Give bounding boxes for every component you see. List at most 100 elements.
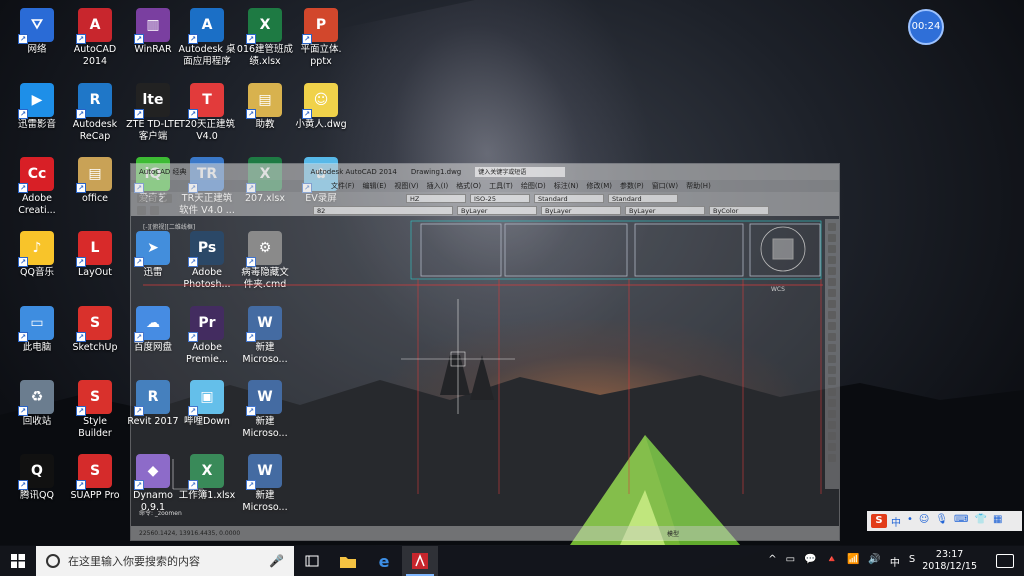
desktop-icon[interactable]: ☺ ↗ 小黄人.dwg bbox=[286, 79, 356, 149]
tray-icon[interactable]: 💬 bbox=[804, 554, 816, 569]
ime-item[interactable]: ☺ bbox=[919, 514, 929, 529]
folder-icon bbox=[340, 556, 356, 568]
recording-timer[interactable]: 00:24 bbox=[908, 9, 944, 45]
modify-tool-icon[interactable] bbox=[828, 267, 836, 275]
modify-tool-icon[interactable] bbox=[828, 399, 836, 407]
modify-tool-icon[interactable] bbox=[828, 289, 836, 297]
lineweight-select[interactable]: ByLayer bbox=[625, 205, 705, 215]
app-icon: R ↗ bbox=[76, 83, 112, 119]
autocad-menu-item[interactable]: 绘图(D) bbox=[521, 181, 546, 191]
app-icon: ▤ ↗ bbox=[76, 157, 112, 193]
ime-item[interactable]: 👕 bbox=[974, 514, 986, 529]
app-icon: lte ↗ bbox=[134, 83, 170, 119]
modify-tool-icon[interactable] bbox=[828, 355, 836, 363]
modify-tool-icon[interactable] bbox=[828, 300, 836, 308]
ime-toolbar[interactable]: S 中 • ☺ 🎙 ⌨ 👕 ▦ bbox=[867, 511, 1022, 531]
drawing-canvas[interactable]: WCS bbox=[143, 219, 823, 494]
taskbar-clock[interactable]: 23:17 2018/12/15 bbox=[922, 549, 977, 573]
autocad-menu-item[interactable]: 参数(P) bbox=[620, 181, 644, 191]
modify-tool-icon[interactable] bbox=[828, 223, 836, 231]
modify-tool-icon[interactable] bbox=[828, 278, 836, 286]
table-style-select[interactable]: Standard bbox=[534, 193, 604, 203]
workspace-label[interactable]: AutoCAD 经典 bbox=[139, 167, 187, 177]
modify-tool-icon[interactable] bbox=[828, 333, 836, 341]
autocad-menu-item[interactable]: 修改(M) bbox=[586, 181, 612, 191]
modify-tool-icon[interactable] bbox=[828, 421, 836, 429]
toolbar-icon[interactable] bbox=[150, 193, 159, 203]
autocad-title-bar[interactable]: AutoCAD 经典 Autodesk AutoCAD 2014 Drawing… bbox=[131, 164, 839, 180]
autocad-menu-item[interactable]: 帮助(H) bbox=[686, 181, 711, 191]
ime-item[interactable]: ▦ bbox=[993, 514, 1002, 529]
autocad-window[interactable]: AutoCAD 经典 Autodesk AutoCAD 2014 Drawing… bbox=[130, 163, 840, 541]
app-icon: A ↗ bbox=[76, 8, 112, 44]
plot-style-select[interactable]: ByColor bbox=[709, 205, 769, 215]
modify-tool-icon[interactable] bbox=[828, 388, 836, 396]
app-icon: ▶ ↗ bbox=[18, 83, 54, 119]
taskbar: 在这里输入你要搜索的内容 🎤 e ^ ▭ 💬 🔺 📶 🔊 中 S 23:17 2018/12/… bbox=[0, 546, 1024, 576]
tray-icon[interactable]: ^ bbox=[768, 554, 776, 569]
tray-icon[interactable]: 🔊 bbox=[868, 554, 880, 569]
ime-item[interactable]: • bbox=[907, 514, 913, 529]
modify-tool-icon[interactable] bbox=[828, 245, 836, 253]
app-icon: Q ↗ bbox=[18, 454, 54, 490]
style-toolbar: HZ ISO-25 Standard Standard bbox=[131, 192, 839, 204]
tray-icon[interactable]: 中 bbox=[890, 554, 900, 569]
modify-tool-icon[interactable] bbox=[828, 377, 836, 385]
app-icon: S ↗ bbox=[76, 380, 112, 416]
sogou-logo-icon[interactable]: S bbox=[871, 514, 887, 528]
model-tab[interactable]: 模型 bbox=[667, 529, 679, 538]
taskbar-autocad[interactable] bbox=[402, 546, 438, 576]
toolbar-icon[interactable] bbox=[137, 205, 146, 215]
toolbar-icon[interactable] bbox=[150, 205, 159, 215]
multileader-style-select[interactable]: Standard bbox=[608, 193, 678, 203]
app-icon: L ↗ bbox=[76, 231, 112, 267]
ime-item[interactable]: ⌨ bbox=[954, 514, 968, 529]
modify-tool-icon[interactable] bbox=[828, 234, 836, 242]
modify-tool-icon[interactable] bbox=[828, 432, 836, 440]
ime-item[interactable]: 🎙 bbox=[935, 514, 948, 529]
modify-tool-icon[interactable] bbox=[828, 454, 836, 462]
modify-tool-icon[interactable] bbox=[828, 443, 836, 451]
color-select[interactable]: ByLayer bbox=[457, 205, 537, 215]
edge-icon: e bbox=[378, 551, 390, 571]
autocad-menu-item[interactable]: 工具(T) bbox=[489, 181, 513, 191]
tray-icon[interactable]: 🔺 bbox=[826, 554, 838, 569]
linetype-select[interactable]: ByLayer bbox=[541, 205, 621, 215]
autocad-menu-item[interactable]: 标注(N) bbox=[554, 181, 579, 191]
shortcut-arrow-icon: ↗ bbox=[188, 109, 198, 119]
app-icon: A ↗ bbox=[188, 8, 224, 44]
autocad-menu-item[interactable]: 格式(O) bbox=[456, 181, 481, 191]
task-view-button[interactable] bbox=[294, 546, 330, 576]
autocad-menu-item[interactable]: 视图(V) bbox=[394, 181, 418, 191]
modify-tool-icon[interactable] bbox=[828, 311, 836, 319]
modify-tool-icon[interactable] bbox=[828, 344, 836, 352]
action-center-icon[interactable] bbox=[996, 554, 1014, 568]
dim-style-select[interactable]: ISO-25 bbox=[470, 193, 530, 203]
tray-icon[interactable]: 📶 bbox=[847, 554, 859, 569]
windows-start-button[interactable] bbox=[0, 546, 36, 576]
autocad-menu-item[interactable]: 窗口(W) bbox=[652, 181, 678, 191]
modify-tool-icon[interactable] bbox=[828, 322, 836, 330]
taskbar-search-input[interactable]: 在这里输入你要搜索的内容 🎤 bbox=[36, 546, 294, 576]
app-icon: S ↗ bbox=[76, 454, 112, 490]
toolbar-icon[interactable] bbox=[137, 193, 146, 203]
ime-item[interactable]: 中 bbox=[891, 514, 901, 529]
tray-icon[interactable]: S bbox=[909, 554, 915, 569]
modify-tool-icon[interactable] bbox=[828, 256, 836, 264]
app-icon: ♻ ↗ bbox=[18, 380, 54, 416]
autocad-menu-item[interactable]: 插入(I) bbox=[427, 181, 449, 191]
microphone-icon[interactable]: 🎤 bbox=[269, 554, 284, 568]
command-line[interactable]: 命令: _zoomen bbox=[131, 508, 551, 522]
taskbar-edge[interactable]: e bbox=[366, 546, 402, 576]
modify-tool-icon[interactable] bbox=[828, 410, 836, 418]
tray-icon[interactable]: ▭ bbox=[786, 554, 795, 569]
modify-tool-icon[interactable] bbox=[828, 366, 836, 374]
autocad-search-input[interactable]: 键入关键字或短语 bbox=[475, 167, 566, 177]
toolbar-icon[interactable] bbox=[163, 193, 172, 203]
desktop-icon[interactable]: P ↗ 平面立体. pptx bbox=[286, 4, 356, 74]
layer-state-select[interactable]: HZ bbox=[406, 193, 466, 203]
autocad-menu-item[interactable]: 编辑(E) bbox=[363, 181, 387, 191]
taskbar-file-explorer[interactable] bbox=[330, 546, 366, 576]
layer-select[interactable]: 82 bbox=[313, 205, 453, 215]
autocad-menu-item[interactable]: 文件(F) bbox=[331, 181, 355, 191]
